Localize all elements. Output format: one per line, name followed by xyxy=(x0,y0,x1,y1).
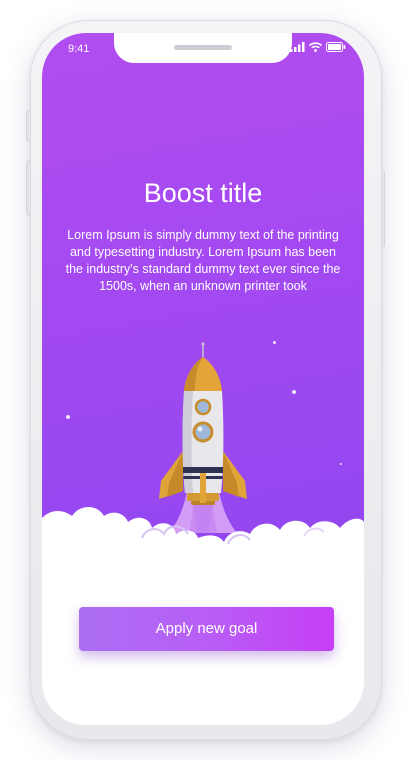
star-decoration xyxy=(66,415,70,419)
battery-icon xyxy=(326,42,346,52)
boost-description: Lorem Ipsum is simply dummy text of the … xyxy=(65,228,341,293)
star-decoration xyxy=(273,341,276,344)
status-icons xyxy=(290,42,346,52)
speaker xyxy=(174,45,232,50)
star-decoration xyxy=(340,463,342,465)
device-mockup: 9:41 Boost title Lorem Ipsum is simply d… xyxy=(0,0,409,760)
boost-title: Boost title xyxy=(143,178,263,208)
signal-icon xyxy=(290,42,305,52)
app-screen: 9:41 Boost title Lorem Ipsum is simply d… xyxy=(42,33,364,725)
status-time: 9:41 xyxy=(68,43,90,55)
star-decoration xyxy=(292,390,296,394)
apply-goal-button[interactable]: Apply new goal xyxy=(79,607,334,651)
wifi-icon xyxy=(309,42,322,52)
